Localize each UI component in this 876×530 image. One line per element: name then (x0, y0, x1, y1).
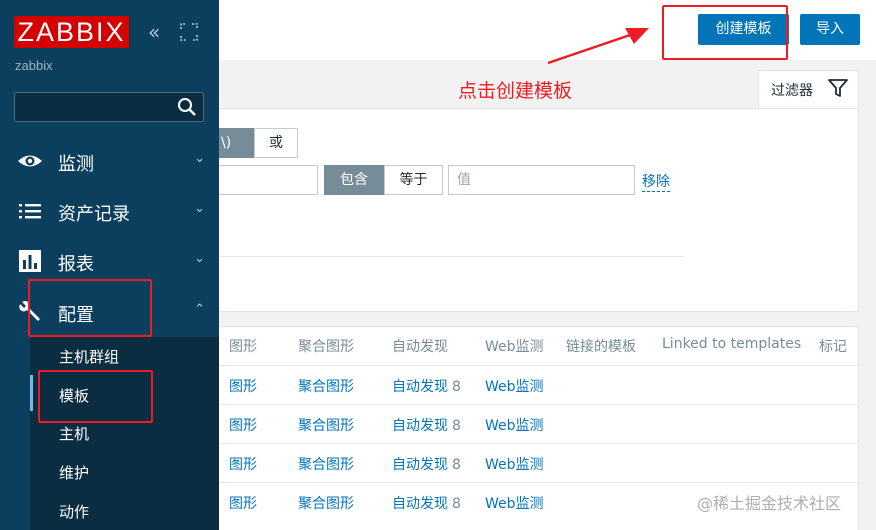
table-row: 图形 聚合图形 自动发现 8 Web监测 (219, 365, 859, 404)
column-header[interactable]: 图形 (229, 336, 257, 356)
divider (219, 256, 684, 257)
column-header[interactable]: 自动发现 (392, 336, 448, 356)
web-link[interactable]: Web监测 (485, 415, 544, 435)
menu-label: 报表 (58, 254, 94, 275)
web-link[interactable]: Web监测 (485, 493, 544, 513)
column-header[interactable]: Web监测 (485, 336, 544, 356)
chevron-down-icon: ⌄ (194, 151, 205, 166)
and-or-toggle-or[interactable]: 或 (254, 128, 298, 158)
discovery-label: 自动发现 (392, 496, 448, 512)
and-or-toggle-and[interactable]: \) (219, 128, 254, 158)
annotation-text: 点击创建模板 (458, 80, 573, 102)
discovery-count: 8 (452, 496, 461, 512)
discovery-link[interactable]: 自动发现 8 (392, 454, 461, 474)
submenu-label: 动作 (59, 503, 90, 521)
screens-link[interactable]: 聚合图形 (298, 376, 354, 396)
table-row: 图形 聚合图形 自动发现 8 Web监测 (219, 404, 859, 443)
menu-item-monitoring[interactable]: 监测 ⌄ (0, 136, 219, 186)
discovery-label: 自动发现 (392, 379, 448, 395)
annotation-box-create-button (662, 5, 788, 60)
discovery-link[interactable]: 自动发现 8 (392, 493, 461, 513)
bar-chart-icon (19, 250, 41, 272)
table-row: 图形 聚合图形 自动发现 8 Web监测 (219, 443, 859, 482)
web-link[interactable]: Web监测 (485, 454, 544, 474)
screens-link[interactable]: 聚合图形 (298, 454, 354, 474)
graphs-link[interactable]: 图形 (229, 415, 257, 435)
search-icon[interactable] (177, 97, 197, 117)
submenu-label: 主机 (59, 425, 90, 443)
annotation-box-templates (38, 370, 153, 423)
submenu-label: 主机群组 (59, 348, 120, 366)
screens-link[interactable]: 聚合图形 (298, 493, 354, 513)
eye-icon (18, 155, 42, 167)
menu-label: 监测 (58, 154, 94, 175)
web-link[interactable]: Web监测 (485, 376, 544, 396)
import-button[interactable]: 导入 (800, 14, 860, 45)
submenu-item-maintenance[interactable]: 维护 (30, 453, 219, 491)
discovery-link[interactable]: 自动发现 8 (392, 415, 461, 435)
watermark: @稀土掘金技术社区 (697, 494, 842, 513)
screens-link[interactable]: 聚合图形 (298, 415, 354, 435)
graphs-link[interactable]: 图形 (229, 493, 257, 513)
discovery-link[interactable]: 自动发现 8 (392, 376, 461, 396)
chevron-down-icon: ⌄ (194, 201, 205, 216)
chevron-up-icon: ⌃ (194, 302, 205, 317)
discovery-label: 自动发现 (392, 418, 448, 434)
annotation-box-configuration (28, 279, 152, 337)
filter-panel (219, 108, 859, 312)
filter-icon (828, 79, 848, 97)
operator-contains[interactable]: 包含 (324, 165, 384, 195)
discovery-label: 自动发现 (392, 457, 448, 473)
zabbix-logo[interactable]: ZABBIX (14, 16, 129, 48)
tag-value-input[interactable]: 值 (448, 165, 635, 195)
collapse-sidebar-icon[interactable]: « (148, 20, 160, 44)
graphs-link[interactable]: 图形 (229, 376, 257, 396)
column-header[interactable]: 标记 (819, 336, 847, 356)
sidebar-search-input[interactable] (14, 92, 204, 122)
column-header[interactable]: Linked to templates (662, 336, 801, 352)
discovery-count: 8 (452, 457, 461, 473)
sidebar: ZABBIX « zabbix 监测 ⌄ 资产记录 ⌄ 报表 ⌄ 配置 ⌃ 主机… (0, 0, 219, 530)
graphs-link[interactable]: 图形 (229, 454, 257, 474)
active-indicator (30, 375, 33, 411)
tag-name-input[interactable] (219, 165, 318, 195)
discovery-count: 8 (452, 418, 461, 434)
filter-tab[interactable]: 过滤器 (758, 70, 859, 109)
column-header[interactable]: 链接的模板 (566, 336, 636, 356)
submenu-item-actions[interactable]: 动作 (30, 492, 219, 530)
menu-label: 资产记录 (58, 204, 130, 225)
column-header[interactable]: 聚合图形 (298, 336, 354, 356)
chevron-down-icon: ⌄ (194, 251, 205, 266)
operator-equals[interactable]: 等于 (384, 165, 443, 195)
menu-item-inventory[interactable]: 资产记录 ⌄ (0, 186, 219, 236)
server-name: zabbix (15, 58, 53, 73)
kiosk-mode-icon[interactable] (180, 23, 198, 41)
annotation-arrow-icon (547, 28, 649, 65)
list-icon (19, 204, 41, 219)
submenu-label: 维护 (59, 464, 90, 482)
discovery-count: 8 (452, 379, 461, 395)
configuration-submenu: 主机群组 模板 主机 维护 动作 (30, 337, 219, 530)
filter-tab-label: 过滤器 (771, 83, 813, 99)
remove-tag-link[interactable]: 移除 (642, 171, 670, 192)
